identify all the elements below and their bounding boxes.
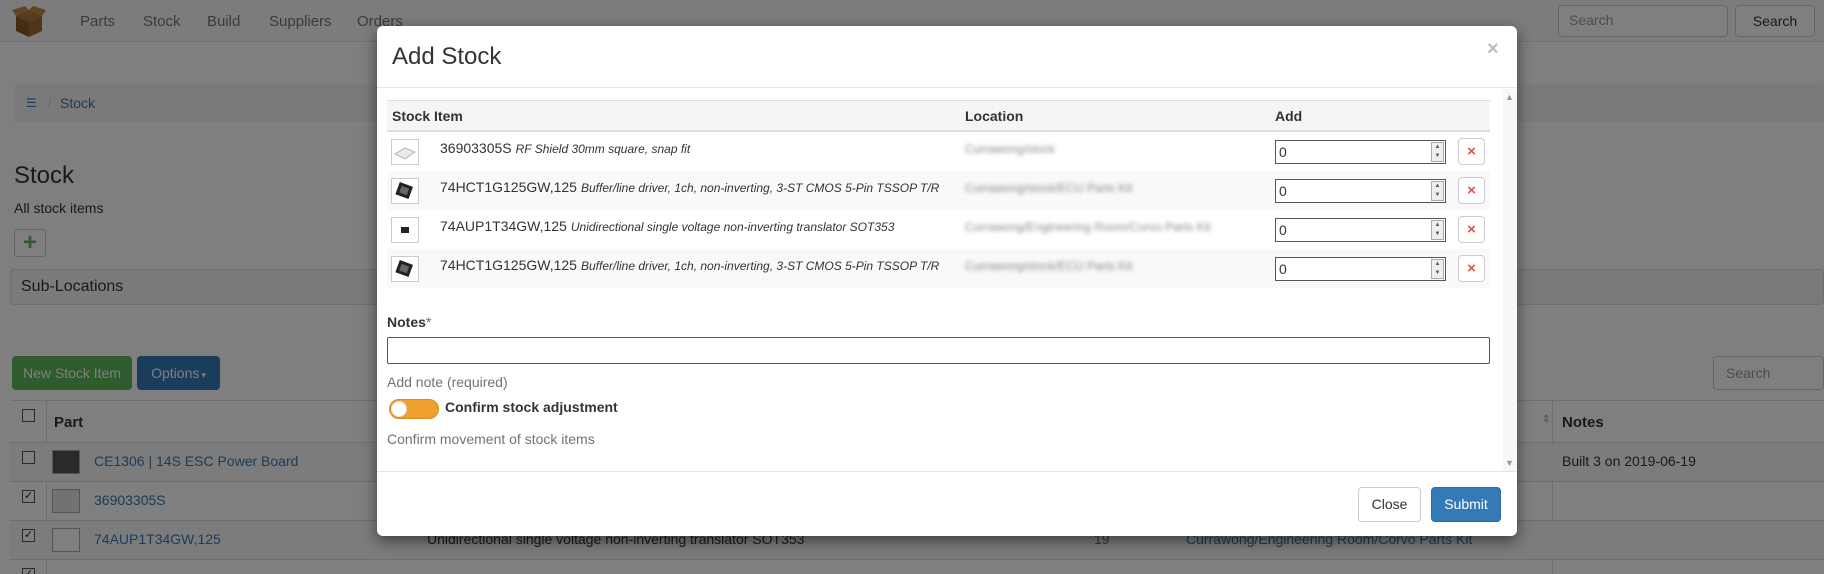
quantity-stepper[interactable]: ▲ ▼ — [1431, 181, 1444, 201]
part-number: 74HCT1G125GW,125 — [440, 179, 577, 195]
stock-item-name: 36903305S RF Shield 30mm square, snap fit — [440, 140, 690, 156]
add-quantity-input[interactable]: 0 — [1275, 140, 1446, 164]
scroll-down-icon[interactable]: ▼ — [1505, 458, 1514, 468]
part-description: Buffer/line driver, 1ch, non-inverting, … — [580, 259, 940, 273]
close-icon[interactable]: × — [1487, 38, 1499, 61]
part-thumbnail — [391, 217, 419, 243]
add-quantity-input[interactable]: 0 — [1275, 257, 1446, 281]
stock-item-name: 74HCT1G125GW,125 Buffer/line driver, 1ch,… — [440, 257, 939, 273]
notes-input[interactable] — [387, 337, 1490, 364]
quantity-stepper[interactable]: ▲ ▼ — [1431, 259, 1444, 279]
stock-location: Currawong/stock/ECU Parts Kit — [965, 259, 1133, 273]
part-description: RF Shield 30mm square, snap fit — [515, 142, 691, 156]
notes-label: Notes* — [387, 314, 431, 330]
confirm-toggle-label: Confirm stock adjustment — [445, 399, 618, 415]
notes-help-text: Add note (required) — [387, 374, 508, 390]
remove-row-button[interactable]: × — [1458, 177, 1485, 204]
header-stock-item: Stock Item — [392, 108, 463, 124]
part-description: Unidirectional single voltage non-invert… — [570, 220, 895, 234]
table-row: 36903305S RF Shield 30mm square, snap fit… — [387, 132, 1490, 171]
add-stock-modal: Add Stock × ▲ ▼ Stock Item Location Add … — [377, 26, 1517, 536]
required-marker: * — [425, 314, 432, 330]
table-row: 74HCT1G125GW,125 Buffer/line driver, 1ch,… — [387, 171, 1490, 210]
part-number: 36903305S — [440, 140, 512, 156]
header-location: Location — [965, 108, 1024, 124]
confirm-toggle[interactable] — [389, 399, 439, 419]
part-description: Buffer/line driver, 1ch, non-inverting, … — [580, 181, 940, 195]
stock-location: Currawong/stock/ECU Parts Kit — [965, 181, 1133, 195]
close-button[interactable]: Close — [1358, 487, 1421, 522]
modal-header: Add Stock × — [377, 26, 1517, 88]
remove-row-button[interactable]: × — [1458, 216, 1485, 243]
quantity-stepper[interactable]: ▲ ▼ — [1431, 220, 1444, 240]
table-row: 74AUP1T34GW,125 Unidirectional single vol… — [387, 210, 1490, 249]
modal-footer: Close Submit — [377, 471, 1517, 536]
part-thumbnail — [391, 139, 419, 165]
stock-item-name: 74HCT1G125GW,125 Buffer/line driver, 1ch,… — [440, 179, 939, 195]
table-row: 74HCT1G125GW,125 Buffer/line driver, 1ch,… — [387, 249, 1490, 288]
part-thumbnail — [391, 256, 419, 282]
add-quantity-input[interactable]: 0 — [1275, 218, 1446, 242]
quantity-stepper[interactable]: ▲ ▼ — [1431, 142, 1444, 162]
submit-button[interactable]: Submit — [1431, 487, 1501, 522]
remove-row-button[interactable]: × — [1458, 255, 1485, 282]
stock-location: Currawong/stock — [965, 142, 1056, 156]
confirm-help-text: Confirm movement of stock items — [387, 431, 595, 447]
header-add: Add — [1275, 108, 1303, 124]
add-quantity-input[interactable]: 0 — [1275, 179, 1446, 203]
stock-location: Currawong/Engineering Room/Corvo Parts K… — [965, 220, 1211, 234]
table-header-row: Stock Item Location Add — [387, 100, 1490, 132]
part-number: 74HCT1G125GW,125 — [440, 257, 577, 273]
toggle-knob — [391, 401, 407, 417]
part-thumbnail — [391, 178, 419, 204]
modal-title: Add Stock — [392, 43, 502, 70]
notes-label-text: Notes — [387, 314, 426, 330]
stock-item-name: 74AUP1T34GW,125 Unidirectional single vol… — [440, 218, 894, 234]
remove-row-button[interactable]: × — [1458, 138, 1485, 165]
part-number: 74AUP1T34GW,125 — [440, 218, 567, 234]
modal-scrollbar[interactable] — [1503, 89, 1517, 471]
scroll-up-icon[interactable]: ▲ — [1505, 92, 1514, 102]
